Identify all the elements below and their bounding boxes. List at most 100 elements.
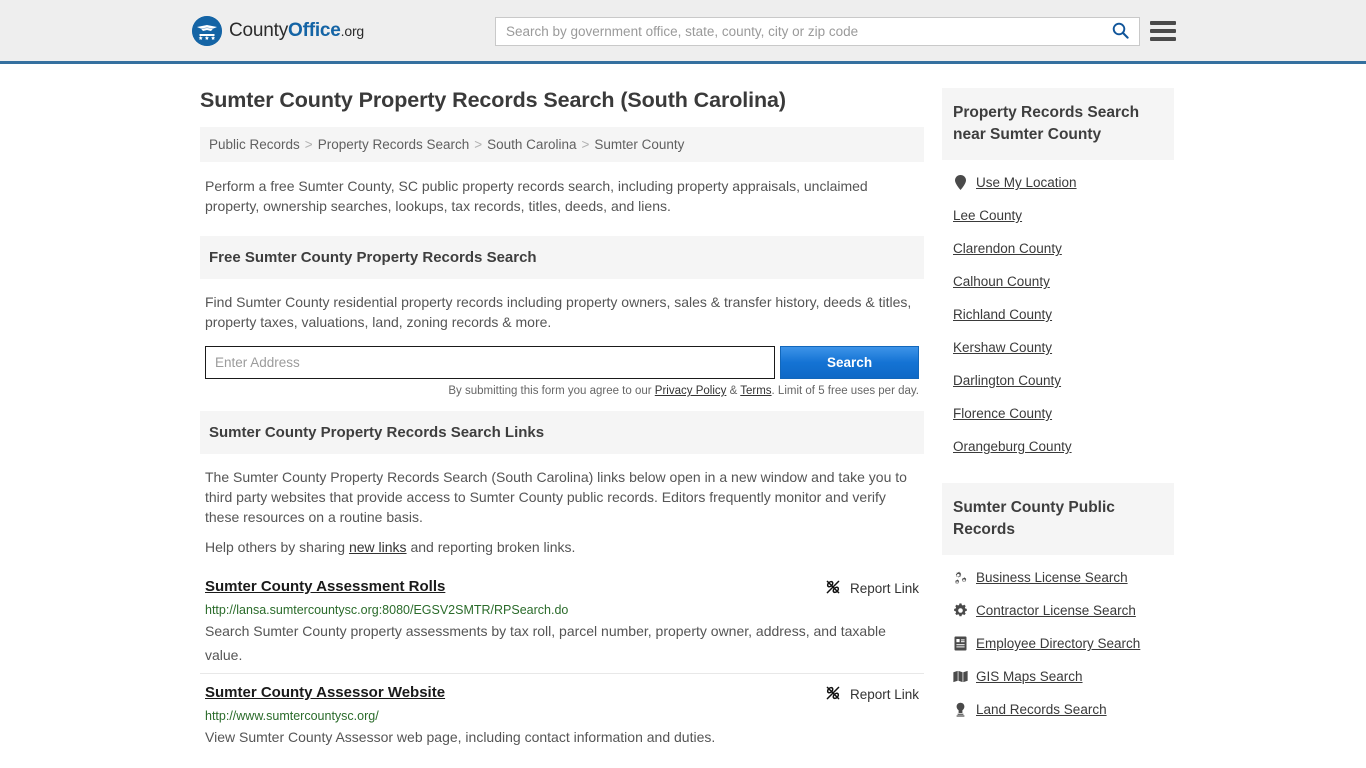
hamburger-bar	[1150, 21, 1176, 25]
sidebar-public-records-heading: Sumter County Public Records	[942, 483, 1174, 555]
breadcrumb-separator: >	[474, 137, 482, 152]
sidebar-link[interactable]: Orangeburg County	[953, 439, 1072, 454]
sidebar-link[interactable]: Contractor License Search	[976, 603, 1136, 618]
sidebar-item-richland-county[interactable]: Richland County	[942, 298, 1174, 331]
sidebar-link[interactable]: Richland County	[953, 307, 1052, 322]
breadcrumb-item-property-records-search[interactable]: Property Records Search	[318, 137, 470, 152]
report-link-label: Report Link	[850, 581, 919, 596]
map-pin-icon	[953, 175, 968, 190]
global-search-input[interactable]	[496, 18, 1101, 45]
sidebar-link[interactable]: GIS Maps Search	[976, 669, 1083, 684]
sidebar: Property Records Search near Sumter Coun…	[942, 64, 1174, 726]
free-search-description: Find Sumter County residential property …	[205, 292, 919, 332]
sidebar-link[interactable]: Employee Directory Search	[976, 636, 1140, 651]
report-link-button[interactable]: Report Link	[825, 578, 919, 598]
free-search-body: Find Sumter County residential property …	[200, 279, 924, 332]
eagle-seal-icon	[192, 16, 222, 46]
result-item: Sumter County Assessor Website Report Li…	[200, 673, 924, 755]
result-item: Sumter County Assessment Rolls Report Li…	[200, 568, 924, 673]
form-disclaimer: By submitting this form you agree to our…	[200, 379, 924, 397]
result-description: View Sumter County Assessor web page, in…	[205, 725, 919, 749]
sidebar-nearby-list: Use My Location Lee County Clarendon Cou…	[942, 160, 1174, 463]
sidebar-link[interactable]: Darlington County	[953, 373, 1061, 388]
terms-link[interactable]: Terms	[740, 385, 771, 397]
sidebar-nearby-heading: Property Records Search near Sumter Coun…	[942, 88, 1174, 160]
disclaimer-suffix: . Limit of 5 free uses per day.	[772, 385, 919, 397]
sidebar-item-use-my-location[interactable]: Use My Location	[942, 166, 1174, 199]
help-suffix: and reporting broken links.	[407, 539, 576, 555]
sidebar-item-lee-county[interactable]: Lee County	[942, 199, 1174, 232]
site-logo[interactable]: CountyOffice.org	[192, 16, 364, 46]
result-title-link[interactable]: Sumter County Assessor Website	[205, 684, 445, 701]
hamburger-bar	[1150, 29, 1176, 33]
sidebar-public-records-block: Sumter County Public Records Busine	[942, 483, 1174, 726]
breadcrumb-separator: >	[581, 137, 589, 152]
address-search-button[interactable]: Search	[780, 346, 919, 379]
sidebar-item-gis-maps-search[interactable]: GIS Maps Search	[942, 660, 1174, 693]
report-link-label: Report Link	[850, 687, 919, 702]
breadcrumb-separator: >	[305, 137, 313, 152]
logo-text-org: .org	[341, 23, 364, 39]
cogs-icon	[953, 571, 968, 585]
links-section-help: Help others by sharing new links and rep…	[205, 535, 919, 560]
id-card-icon	[953, 636, 968, 651]
sidebar-item-darlington-county[interactable]: Darlington County	[942, 364, 1174, 397]
result-url[interactable]: http://www.sumtercountysc.org/	[205, 709, 919, 723]
sidebar-link[interactable]: Land Records Search	[976, 702, 1107, 717]
main-column: Sumter County Property Records Search (S…	[200, 64, 924, 755]
sidebar-link[interactable]: Florence County	[953, 406, 1052, 421]
privacy-policy-link[interactable]: Privacy Policy	[655, 385, 727, 397]
sidebar-link[interactable]: Use My Location	[976, 175, 1077, 190]
sidebar-item-florence-county[interactable]: Florence County	[942, 397, 1174, 430]
page-title: Sumter County Property Records Search (S…	[200, 88, 924, 113]
address-search-form: Search	[200, 346, 924, 379]
sidebar-link[interactable]: Business License Search	[976, 570, 1128, 585]
search-icon	[1112, 22, 1129, 42]
logo-text-county: County	[229, 20, 288, 41]
breadcrumb: Public Records > Property Records Search > S…	[200, 127, 924, 162]
links-section-heading: Sumter County Property Records Search Li…	[200, 411, 924, 454]
sidebar-link[interactable]: Kershaw County	[953, 340, 1052, 355]
address-input[interactable]	[205, 346, 775, 379]
help-prefix: Help others by sharing	[205, 539, 349, 555]
sidebar-item-clarendon-county[interactable]: Clarendon County	[942, 232, 1174, 265]
sidebar-item-calhoun-county[interactable]: Calhoun County	[942, 265, 1174, 298]
report-link-button[interactable]: Report Link	[825, 684, 919, 704]
page-intro-text: Perform a free Sumter County, SC public …	[200, 162, 924, 222]
new-links-link[interactable]: new links	[349, 539, 407, 555]
sidebar-link[interactable]: Clarendon County	[953, 241, 1062, 256]
site-header: CountyOffice.org	[0, 0, 1366, 64]
hamburger-menu-icon[interactable]	[1150, 18, 1176, 44]
breadcrumb-item-public-records[interactable]: Public Records	[209, 137, 300, 152]
sidebar-link[interactable]: Calhoun County	[953, 274, 1050, 289]
breadcrumb-item-sumter-county[interactable]: Sumter County	[594, 137, 684, 152]
sidebar-item-land-records-search[interactable]: Land Records Search	[942, 693, 1174, 726]
global-search-bar[interactable]	[495, 17, 1140, 46]
result-description: Search Sumter County property assessment…	[205, 619, 919, 667]
sidebar-item-orangeburg-county[interactable]: Orangeburg County	[942, 430, 1174, 463]
land-icon	[953, 702, 968, 717]
sidebar-link[interactable]: Lee County	[953, 208, 1022, 223]
links-section-body: The Sumter County Property Records Searc…	[200, 454, 924, 560]
broken-link-icon	[825, 579, 841, 598]
sidebar-item-contractor-license-search[interactable]: Contractor License Search	[942, 594, 1174, 627]
logo-wordmark: CountyOffice.org	[229, 21, 364, 40]
disclaimer-prefix: By submitting this form you agree to our	[448, 385, 654, 397]
free-search-heading: Free Sumter County Property Records Sear…	[200, 236, 924, 279]
sidebar-public-records-list: Business License Search Contractor Licen…	[942, 555, 1174, 726]
sidebar-nearby-block: Property Records Search near Sumter Coun…	[942, 88, 1174, 463]
links-section-paragraph: The Sumter County Property Records Searc…	[205, 467, 919, 527]
global-search-submit-button[interactable]	[1101, 18, 1139, 45]
result-url[interactable]: http://lansa.sumtercountysc.org:8080/EGS…	[205, 603, 919, 617]
breadcrumb-item-south-carolina[interactable]: South Carolina	[487, 137, 576, 152]
sidebar-item-kershaw-county[interactable]: Kershaw County	[942, 331, 1174, 364]
disclaimer-amp: &	[726, 385, 740, 397]
sidebar-item-business-license-search[interactable]: Business License Search	[942, 561, 1174, 594]
result-title-link[interactable]: Sumter County Assessment Rolls	[205, 578, 445, 595]
page-container: Sumter County Property Records Search (S…	[0, 64, 1366, 755]
sidebar-item-employee-directory-search[interactable]: Employee Directory Search	[942, 627, 1174, 660]
broken-link-icon	[825, 685, 841, 704]
map-icon	[953, 670, 968, 683]
hamburger-bar	[1150, 37, 1176, 41]
logo-text-office: Office	[288, 20, 341, 41]
